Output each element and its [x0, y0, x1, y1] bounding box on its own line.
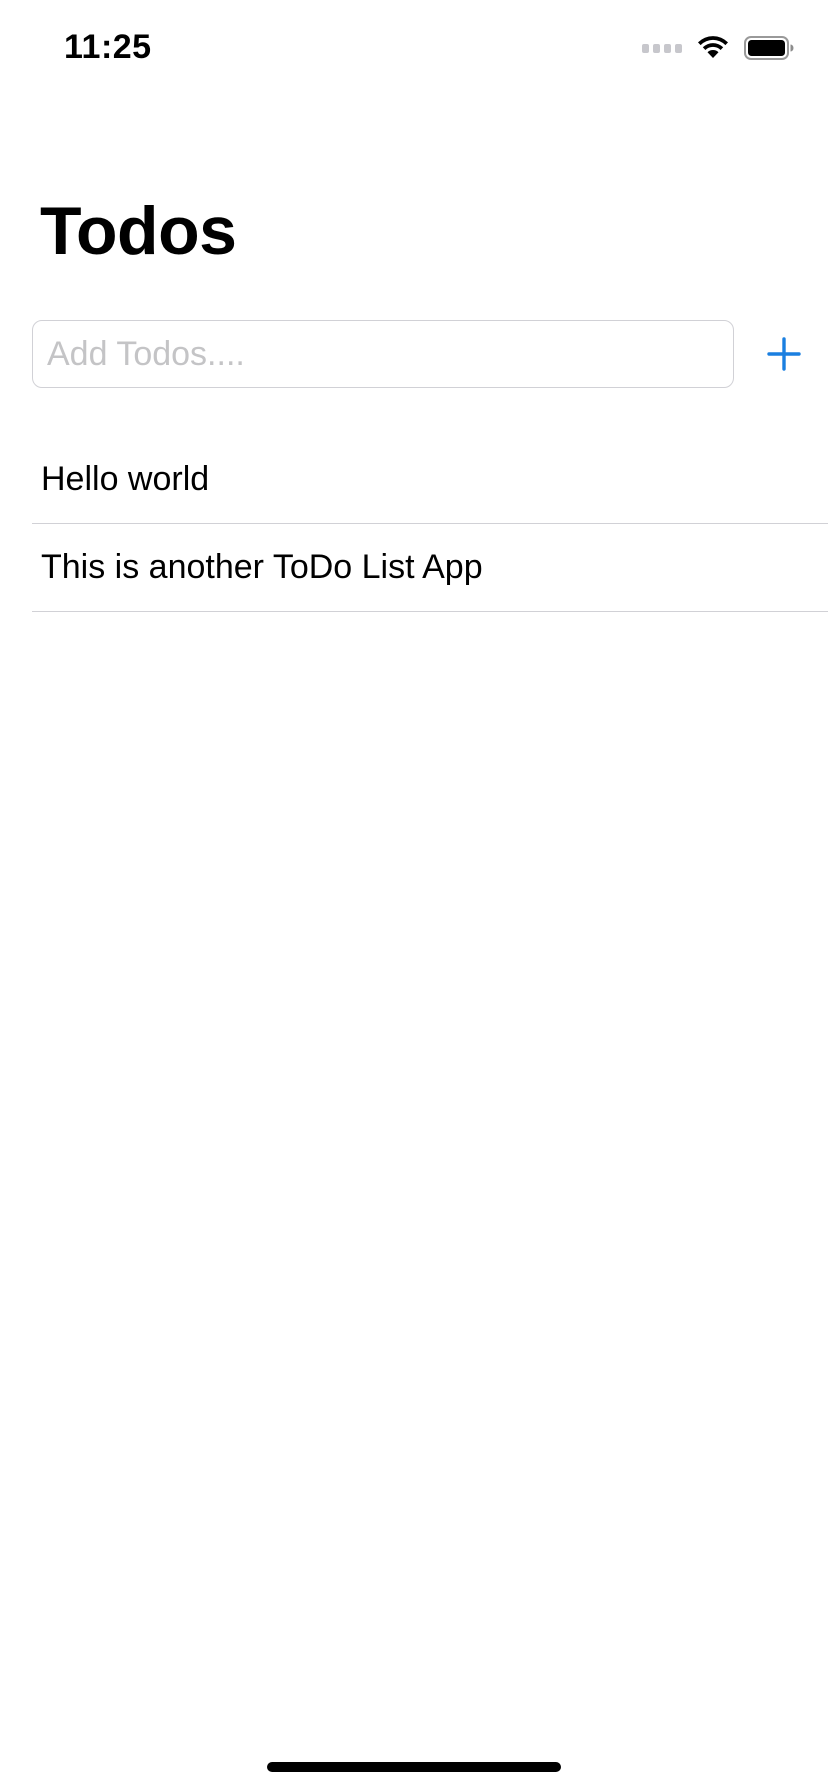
wifi-icon	[698, 36, 728, 58]
todo-list-item[interactable]: This is another ToDo List App	[32, 524, 828, 612]
todo-item-text: This is another ToDo List App	[41, 548, 483, 586]
page-title: Todos	[40, 193, 237, 269]
todo-item-text: Hello world	[41, 460, 210, 498]
todo-list-item[interactable]: Hello world	[32, 436, 828, 524]
add-todo-row	[32, 320, 801, 388]
status-time: 11:25	[64, 28, 152, 66]
add-todo-button[interactable]	[760, 330, 808, 378]
battery-icon	[744, 36, 794, 60]
todo-list: Hello world This is another ToDo List Ap…	[32, 436, 828, 612]
cellular-signal-icon	[642, 43, 682, 53]
status-icons	[642, 36, 794, 60]
status-bar: 11:25	[0, 0, 828, 100]
plus-icon	[767, 337, 801, 371]
home-indicator[interactable]	[267, 1762, 561, 1772]
add-todo-input[interactable]	[32, 320, 734, 388]
